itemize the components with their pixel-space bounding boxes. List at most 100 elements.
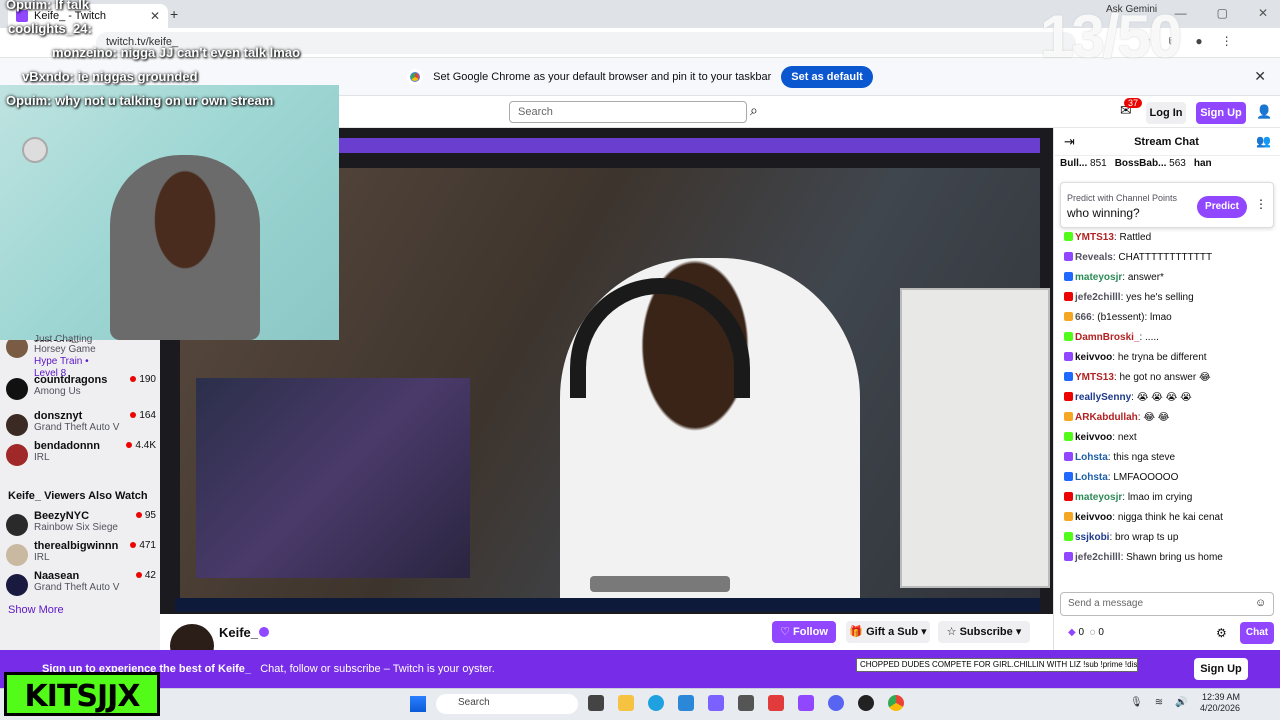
sidebar-item-donsznyt[interactable]: donsznyt Grand Theft Auto V 164 xyxy=(6,410,156,444)
more-options-icon[interactable]: ⋮ xyxy=(1255,197,1267,211)
overlay-chat-line: monzeino: nigga JJ can't even talk lmao xyxy=(52,45,300,60)
chat-username[interactable]: YMTS13 xyxy=(1075,232,1114,243)
banner-close-icon[interactable]: ✕ xyxy=(1254,68,1266,85)
show-more-link[interactable]: Show More xyxy=(8,604,64,616)
store-icon[interactable] xyxy=(678,695,694,711)
chat-username[interactable]: keivvoo xyxy=(1075,432,1112,443)
mic-icon[interactable]: 🎙 xyxy=(1130,697,1143,708)
file-explorer-icon[interactable] xyxy=(618,695,634,711)
chat-settings-icon[interactable]: ⚙ xyxy=(1216,626,1227,640)
avatar xyxy=(6,574,28,596)
app-icon[interactable] xyxy=(738,695,754,711)
chat-message: Reveals: CHATTTTTTTTTTTT xyxy=(1064,252,1272,264)
chat-username[interactable]: keivvoo xyxy=(1075,352,1112,363)
app-icon[interactable] xyxy=(858,695,874,711)
sidebar-item-bendadonnn[interactable]: bendadonnn IRL 4.4K xyxy=(6,440,156,474)
chat-username[interactable]: jefe2chilll xyxy=(1075,292,1121,303)
chat-badge-icon xyxy=(1064,432,1073,441)
menu-dots-icon[interactable]: ⋮ xyxy=(1221,34,1233,49)
sidebar-item-therealbigwinnn[interactable]: therealbigwinnn IRL 471 xyxy=(6,540,156,574)
chat-username[interactable]: reallySenny xyxy=(1075,392,1131,403)
overlay-chat-line: Opuim: why not u talking on ur own strea… xyxy=(6,93,273,108)
signup-banner-rest: Chat, follow or subscribe – Twitch is yo… xyxy=(260,663,495,675)
predict-button[interactable]: Predict xyxy=(1197,196,1247,218)
close-tab-icon[interactable]: ✕ xyxy=(150,9,160,23)
chat-text: 😭 😭 😭 😭 xyxy=(1136,392,1192,403)
emote-picker-icon[interactable]: ☺ xyxy=(1255,597,1266,609)
chat-username[interactable]: ssjkobi xyxy=(1075,532,1109,543)
sidebar-item-beezynyc[interactable]: BeezyNYC Rainbow Six Siege 95 xyxy=(6,510,156,544)
twitch-icon[interactable] xyxy=(798,695,814,711)
chat-username[interactable]: mateyosjr xyxy=(1075,272,1122,283)
user-menu-icon[interactable]: 👤 xyxy=(1256,104,1272,120)
chrome-logo-icon xyxy=(407,68,424,85)
leaderboard-entry[interactable]: BossBab... 563 xyxy=(1115,158,1186,174)
air-conditioner-image xyxy=(900,288,1050,588)
leaderboard-entry[interactable]: han xyxy=(1194,158,1212,174)
chat-username[interactable]: ARKabdullah xyxy=(1075,412,1138,423)
app-icon[interactable] xyxy=(768,695,784,711)
subscribe-button[interactable]: ☆ Subscribe ▾ xyxy=(938,621,1030,643)
chrome-icon[interactable] xyxy=(888,695,904,711)
discord-icon[interactable] xyxy=(828,695,844,711)
search-input[interactable]: Search xyxy=(509,101,747,123)
chat-username[interactable]: DamnBroski_ xyxy=(1075,332,1139,343)
volume-icon[interactable]: 🔊 xyxy=(1175,697,1187,708)
also-watch-header: Keife_ Viewers Also Watch xyxy=(8,490,148,502)
follow-button[interactable]: ♡ Follow xyxy=(772,621,836,643)
profile-icon[interactable]: ● xyxy=(1195,34,1202,49)
sidebar-item-countdragons[interactable]: countdragons Among Us 190 xyxy=(6,374,156,408)
new-tab-icon[interactable]: + xyxy=(170,6,178,22)
banner-signup-button[interactable]: Sign Up xyxy=(1194,658,1248,680)
windows-start-icon[interactable] xyxy=(410,696,426,712)
taskbar-clock[interactable]: 12:39 AM 4/20/2026 xyxy=(1200,692,1240,714)
chat-badge-icon xyxy=(1064,252,1073,261)
channel-name[interactable]: Keife_ xyxy=(219,625,258,640)
chat-badge-icon xyxy=(1064,512,1073,521)
chat-badge-icon xyxy=(1064,452,1073,461)
search-icon[interactable]: ⌕ xyxy=(750,102,770,122)
chat-username[interactable]: 666 xyxy=(1075,312,1092,323)
collapse-chat-icon[interactable]: ⇥ xyxy=(1064,134,1075,150)
channel-points[interactable]: ◆ 0 ◌ 0 xyxy=(1068,627,1104,638)
sidebar-item-naasean[interactable]: Naasean Grand Theft Auto V 42 xyxy=(6,570,156,604)
close-window-icon[interactable]: ✕ xyxy=(1258,6,1268,20)
chat-badge-icon xyxy=(1064,312,1073,321)
signup-button[interactable]: Sign Up xyxy=(1196,102,1246,124)
overlay-chat-line: vBxndo: ie niggas grounded xyxy=(22,69,198,84)
community-icon[interactable]: 👥 xyxy=(1256,134,1271,148)
points-value: 0 xyxy=(1078,627,1085,638)
chat-username[interactable]: Lohsta xyxy=(1075,452,1108,463)
chat-username[interactable]: Reveals xyxy=(1075,252,1113,263)
chat-username[interactable]: jefe2chilll xyxy=(1075,552,1121,563)
clock-time: 12:39 AM xyxy=(1202,692,1241,702)
overlay-user: monzeino: xyxy=(52,45,117,60)
gift-label: Gift a Sub xyxy=(866,626,919,638)
chat-text: answer* xyxy=(1127,272,1164,283)
login-button[interactable]: Log In xyxy=(1146,102,1186,124)
viewer-count: 4.4K xyxy=(126,440,156,474)
gift-sub-button[interactable]: 🎁 Gift a Sub ▾ xyxy=(846,621,930,643)
channel-name: countdragons xyxy=(34,374,108,386)
set-default-button[interactable]: Set as default xyxy=(781,65,873,88)
edge-icon[interactable] xyxy=(648,695,664,711)
chat-badge-icon xyxy=(1064,372,1073,381)
leaderboard-entry[interactable]: Bull... 851 xyxy=(1060,158,1107,174)
viewer-count: 42 xyxy=(136,570,156,604)
taskbar-search[interactable]: Search xyxy=(436,694,578,714)
avatar xyxy=(6,444,28,466)
chat-text: 😂 😂 xyxy=(1143,412,1170,423)
maximize-icon[interactable]: ▢ xyxy=(1217,6,1228,20)
chat-username[interactable]: mateyosjr xyxy=(1075,492,1122,503)
wifi-icon[interactable]: ≋ xyxy=(1155,697,1163,708)
chat-username[interactable]: Lohsta xyxy=(1075,472,1108,483)
chat-text: LMFAOOOOO xyxy=(1113,472,1179,483)
chat-username[interactable]: YMTS13 xyxy=(1075,372,1114,383)
chat-send-button[interactable]: Chat xyxy=(1240,622,1274,644)
chat-username[interactable]: keivvoo xyxy=(1075,512,1112,523)
chat-text: nigga think he kai cenat xyxy=(1117,512,1223,523)
app-icon[interactable] xyxy=(708,695,724,711)
chat-input[interactable]: Send a message xyxy=(1060,592,1274,616)
verified-icon xyxy=(259,627,269,637)
app-icon[interactable] xyxy=(588,695,604,711)
